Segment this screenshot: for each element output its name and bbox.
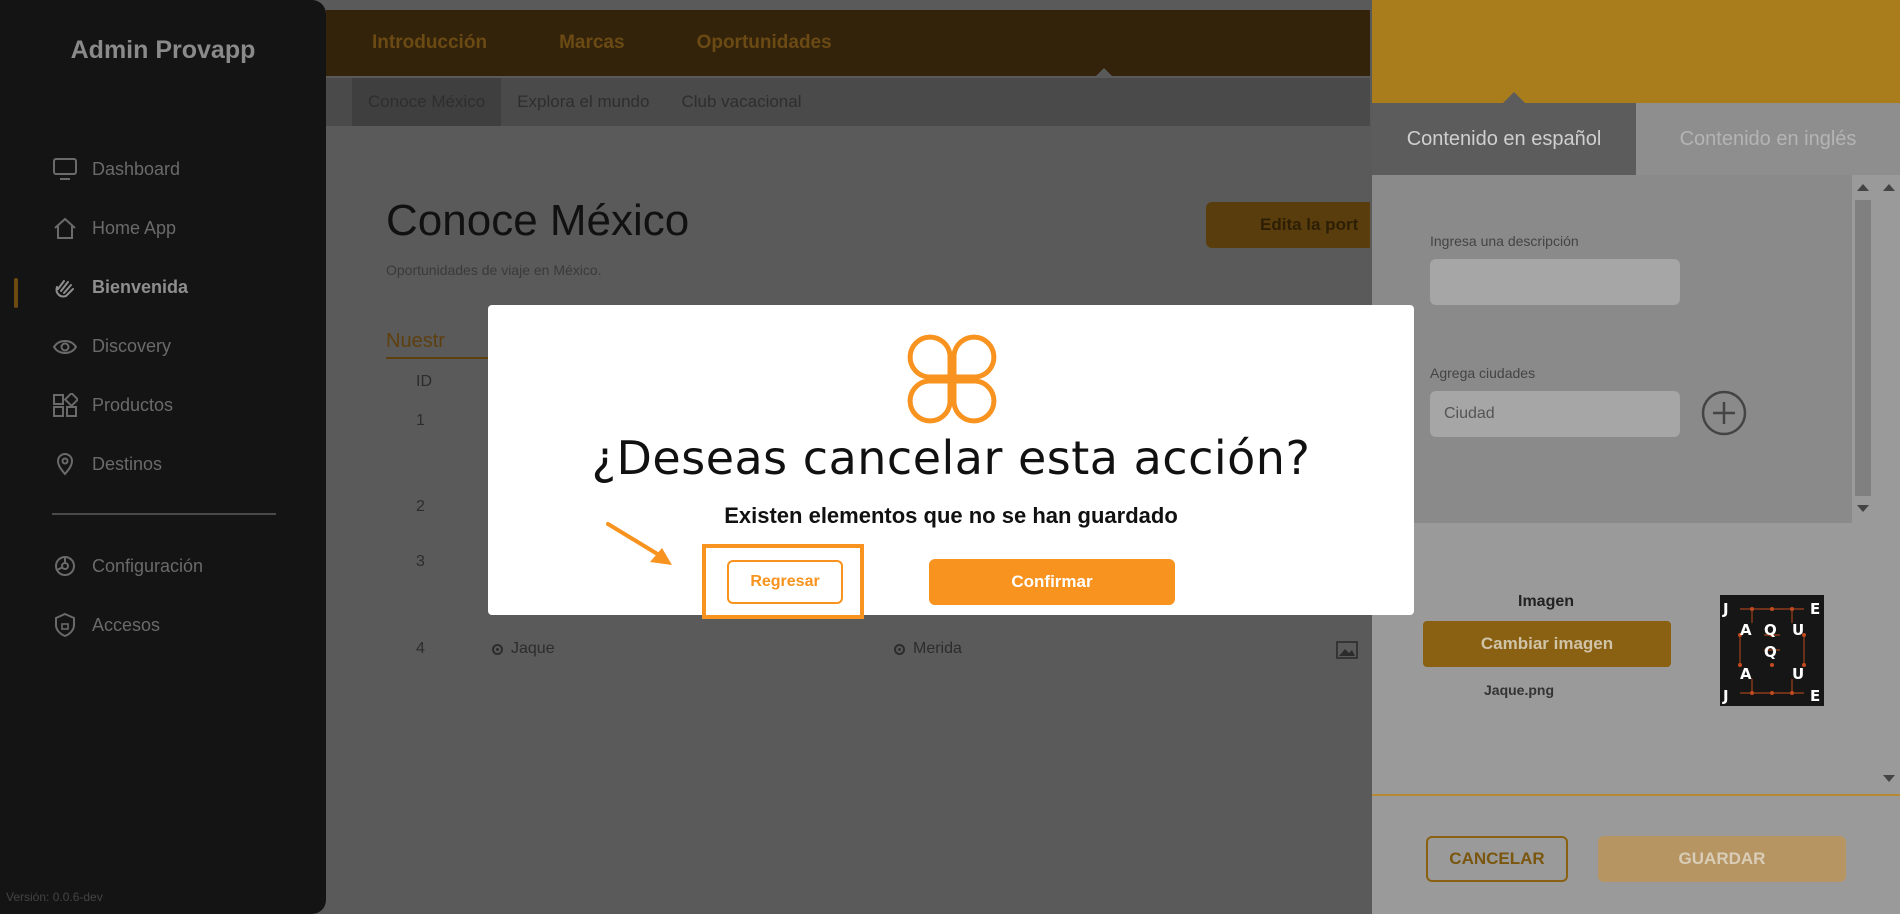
- save-button[interactable]: GUARDAR: [1598, 836, 1846, 882]
- sidebar-item-label: Discovery: [92, 335, 172, 356]
- cancel-button[interactable]: CANCELAR: [1426, 836, 1568, 882]
- subtab-conoce-mexico[interactable]: Conoce México: [352, 78, 502, 126]
- panel-footer: CANCELAR GUARDAR: [1372, 794, 1900, 914]
- form-scrollbar[interactable]: [1852, 178, 1874, 518]
- table-row-city: Merida: [894, 640, 962, 658]
- version-label: Versión: 0.0.6-dev: [6, 890, 103, 904]
- top-navigation: Introducción Marcas Oportunidades: [326, 10, 1370, 78]
- subtab-club-vacacional[interactable]: Club vacacional: [665, 78, 817, 126]
- table-row-id: 2: [416, 498, 425, 515]
- dialog-title: ¿Deseas cancelar esta acción?: [591, 431, 1311, 485]
- jaque-letter: J: [1722, 600, 1729, 618]
- sidebar-item-destinos[interactable]: Destinos: [52, 449, 162, 479]
- page-title: Conoce México: [386, 196, 690, 245]
- shield-icon: [52, 612, 78, 638]
- radio-dot-icon: [492, 643, 503, 655]
- monitor-icon: [52, 156, 78, 182]
- brand-title: Admin Provapp: [70, 36, 256, 64]
- jaque-letter: J: [1722, 687, 1729, 705]
- change-image-button[interactable]: Cambiar imagen: [1423, 621, 1671, 667]
- jaque-letter: A: [1740, 621, 1752, 639]
- scroll-track[interactable]: [1881, 200, 1897, 766]
- table-row-name: Jaque: [492, 640, 555, 658]
- sidebar-item-home-app[interactable]: Home App: [52, 213, 176, 243]
- panel-header: [1372, 0, 1900, 104]
- section-tab[interactable]: Nuestr: [386, 330, 496, 359]
- jaque-letter: A: [1740, 665, 1752, 683]
- panel-scrollbar[interactable]: [1878, 178, 1900, 788]
- scroll-down-arrow[interactable]: [1883, 775, 1895, 782]
- jaque-letter: U: [1792, 621, 1804, 639]
- sidebar-item-bienvenida[interactable]: Bienvenida: [52, 272, 188, 302]
- edit-panel: Contenido en español Contenido en inglés…: [1372, 0, 1900, 914]
- settings-icon: [52, 553, 78, 579]
- annotation-arrow-icon: [606, 522, 672, 565]
- sidebar-item-label: Destinos: [92, 453, 163, 474]
- file-name: Jaque.png: [1484, 682, 1555, 698]
- scroll-up-arrow[interactable]: [1883, 184, 1895, 191]
- jaque-logo-thumbnail: J E A Q U Q A U J E: [1720, 595, 1824, 706]
- location-pin-icon: [52, 451, 78, 477]
- sidebar-item-configuracion[interactable]: Configuración: [52, 551, 203, 581]
- eye-icon: [52, 333, 78, 359]
- table-row-id: 4: [416, 640, 425, 657]
- image-label: Imagen: [1518, 593, 1575, 610]
- description-input[interactable]: [1430, 259, 1680, 305]
- sidebar-item-dashboard[interactable]: Dashboard: [52, 154, 180, 184]
- tab-oportunidades[interactable]: Oportunidades: [697, 32, 832, 54]
- active-tab-notch: [1094, 68, 1114, 78]
- sidebar-divider: [52, 513, 276, 515]
- sidebar-item-label: Home App: [92, 217, 177, 238]
- row-city-text: Merida: [913, 640, 962, 657]
- sidebar-item-productos[interactable]: Productos: [52, 390, 173, 420]
- jaque-letter: E: [1810, 687, 1820, 705]
- panel-form: [1372, 175, 1852, 523]
- sidebar-item-discovery[interactable]: Discovery: [52, 331, 171, 361]
- tab-introduccion[interactable]: Introducción: [372, 32, 487, 54]
- sidebar-item-label: Dashboard: [92, 158, 181, 179]
- jaque-letter: Q: [1764, 643, 1777, 661]
- id-column-header: ID: [416, 373, 432, 390]
- page-subtitle: Oportunidades de viaje en México.: [386, 262, 602, 278]
- scroll-down-arrow[interactable]: [1857, 505, 1869, 512]
- tab-contenido-espanol[interactable]: Contenido en español: [1372, 103, 1636, 175]
- sidebar-item-label: Bienvenida: [92, 276, 189, 297]
- sidebar-item-label: Configuración: [92, 555, 204, 576]
- sidebar-item-label: Accesos: [92, 614, 161, 635]
- confirm-button[interactable]: Confirmar: [929, 559, 1175, 605]
- sidebar: Admin Provapp Dashboard Home App Bienven…: [0, 0, 326, 914]
- jaque-letter: E: [1810, 600, 1820, 618]
- subtab-explora-el-mundo[interactable]: Explora el mundo: [501, 78, 665, 126]
- sidebar-item-label: Productos: [92, 394, 174, 415]
- add-city-button[interactable]: [1700, 389, 1748, 437]
- wave-hand-icon: [52, 274, 78, 300]
- sidebar-item-accesos[interactable]: Accesos: [52, 610, 160, 640]
- grid-icon: [52, 392, 78, 418]
- edit-cover-button[interactable]: Edita la port: [1206, 202, 1370, 248]
- scroll-up-arrow[interactable]: [1857, 184, 1869, 191]
- description-label: Ingresa una descripción: [1430, 233, 1579, 249]
- home-icon: [52, 215, 78, 241]
- city-input[interactable]: Ciudad: [1430, 391, 1680, 437]
- jaque-letter: Q: [1764, 621, 1777, 639]
- panel-tabs: Contenido en español Contenido en inglés: [1372, 103, 1900, 175]
- sub-navigation: Conoce México Explora el mundo Club vaca…: [326, 78, 1370, 126]
- clover-logo-icon: [907, 334, 997, 424]
- active-indicator: [14, 278, 18, 308]
- table-row-id: 3: [416, 553, 425, 570]
- tab-contenido-ingles[interactable]: Contenido en inglés: [1636, 103, 1900, 175]
- radio-dot-icon: [894, 643, 905, 655]
- scroll-thumb[interactable]: [1855, 200, 1871, 496]
- jaque-letter: U: [1792, 665, 1804, 683]
- back-button[interactable]: Regresar: [727, 560, 843, 604]
- cities-label: Agrega ciudades: [1430, 365, 1536, 381]
- row-name-text: Jaque: [511, 640, 555, 657]
- image-icon[interactable]: [1336, 641, 1358, 659]
- tab-marcas[interactable]: Marcas: [559, 32, 625, 54]
- table-row-id: 1: [416, 412, 425, 429]
